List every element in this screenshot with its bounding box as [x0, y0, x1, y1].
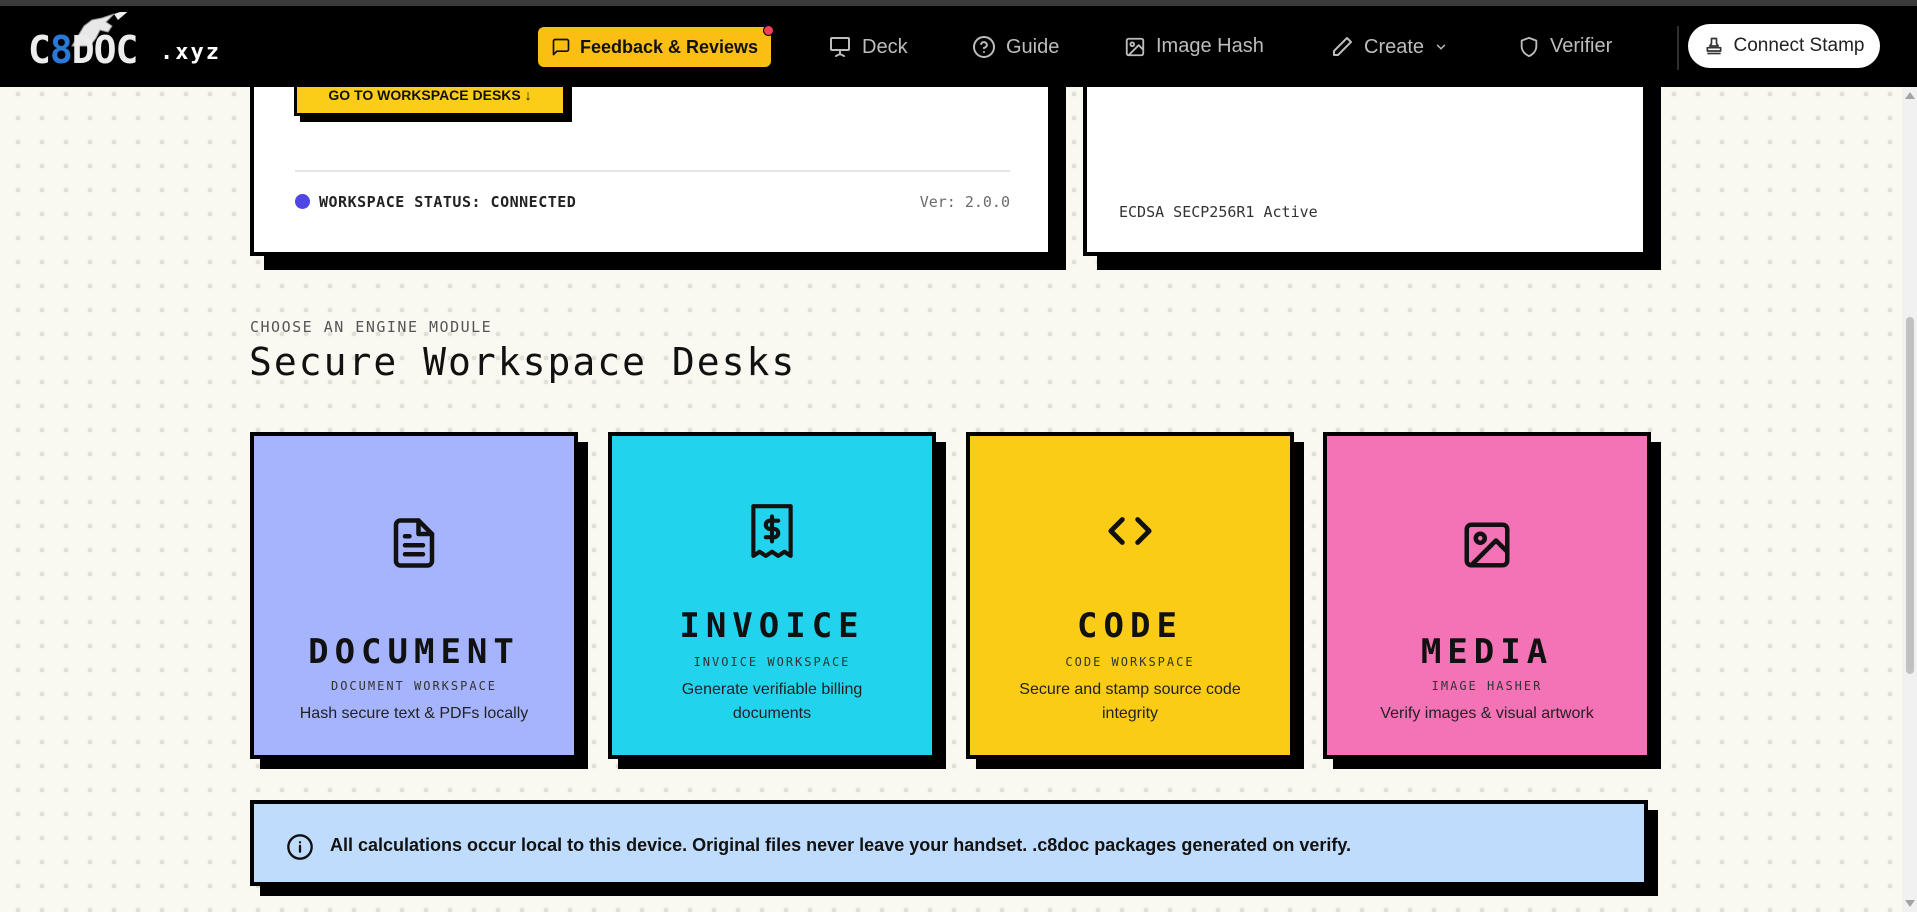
nav-divider — [1677, 26, 1679, 70]
desk-description: Secure and stamp source code integrity — [1019, 681, 1241, 722]
nav-create-label: Create — [1364, 35, 1425, 58]
code-icon — [1108, 517, 1152, 545]
desk-description: Verify images & visual artwork — [1380, 705, 1594, 722]
local-processing-notice: All calculations occur local to this dev… — [250, 800, 1648, 886]
version-label: Ver: 2.0.0 — [919, 193, 1010, 211]
feedback-reviews-button[interactable]: Feedback & Reviews — [538, 25, 774, 67]
notification-dot — [763, 25, 774, 36]
presentation-icon — [830, 37, 850, 57]
shield-icon — [1520, 36, 1538, 57]
page-scrollbar[interactable] — [1902, 87, 1917, 912]
nav-verifier[interactable]: Verifier — [1518, 35, 1612, 58]
desk-code[interactable]: CODE CODE WORKSPACE Secure and stamp sou… — [966, 432, 1294, 759]
nav-image-hash[interactable]: Image Hash — [1124, 35, 1264, 58]
desk-document[interactable]: DOCUMENT DOCUMENT WORKSPACE Hash secure … — [250, 432, 578, 759]
image-icon — [1125, 37, 1145, 56]
stamp-icon — [1706, 37, 1722, 55]
nav-guide[interactable]: Guide — [972, 35, 1059, 59]
connect-stamp-label: Connect Stamp — [1733, 35, 1865, 56]
workspace-status: WORKSPACE STATUS: CONNECTED — [319, 193, 577, 211]
pencil-icon — [1333, 37, 1352, 56]
desk-name: INVOICE — [679, 606, 865, 646]
section-title: Secure Workspace Desks — [249, 340, 797, 384]
nav-deck[interactable]: Deck — [828, 35, 908, 59]
desk-name: MEDIA — [1420, 632, 1554, 672]
c8doc-logo[interactable]: C8DOC — [28, 12, 148, 80]
desk-icon-wrap — [612, 502, 932, 560]
receipt-icon — [751, 504, 793, 558]
crypto-panel — [1083, 60, 1647, 256]
chevron-down-icon — [1436, 44, 1446, 50]
scroll-down-arrow[interactable] — [1905, 900, 1915, 907]
nav-guide-label: Guide — [1006, 35, 1060, 58]
file-text-icon — [393, 518, 435, 568]
top-navbar: C8DOC .xyz Feedback & Reviews Deck Guide… — [0, 6, 1917, 87]
status-indicator-dot — [295, 194, 310, 209]
desk-subtitle: INVOICE WORKSPACE — [693, 655, 851, 669]
nav-create[interactable]: Create — [1330, 35, 1448, 59]
desk-icon-wrap — [254, 514, 574, 572]
nav-verifier-label: Verifier — [1550, 35, 1613, 57]
desk-subtitle: CODE WORKSPACE — [1065, 655, 1195, 669]
scroll-thumb[interactable] — [1906, 317, 1914, 674]
feedback-label: Feedback & Reviews — [579, 36, 759, 57]
logo-wordmark: C8DOC — [28, 28, 138, 72]
image-icon — [1464, 522, 1510, 568]
logo-domain: .xyz — [160, 40, 221, 65]
crypto-algorithm-label: ECDSA SECP256R1 Active — [1119, 203, 1318, 221]
desk-description: Hash secure text & PDFs locally — [299, 705, 529, 722]
connect-stamp-button[interactable]: Connect Stamp — [1688, 24, 1880, 68]
panel-divider — [295, 170, 1010, 172]
desk-media[interactable]: MEDIA IMAGE HASHER Verify images & visua… — [1323, 432, 1651, 759]
desk-description: Generate verifiable billing documents — [681, 681, 863, 722]
desk-name: CODE — [1077, 606, 1183, 646]
notice-text: All calculations occur local to this dev… — [330, 835, 1352, 855]
nav-image-hash-label: Image Hash — [1156, 35, 1264, 57]
info-icon — [287, 834, 313, 860]
message-square-icon — [552, 38, 570, 56]
desk-name: DOCUMENT — [308, 632, 520, 672]
desk-subtitle: IMAGE HASHER — [1431, 679, 1543, 693]
desk-invoice[interactable]: INVOICE INVOICE WORKSPACE Generate verif… — [608, 432, 936, 759]
scroll-up-arrow[interactable] — [1905, 92, 1915, 99]
section-eyebrow: CHOOSE AN ENGINE MODULE — [250, 318, 493, 336]
help-circle-icon — [973, 36, 995, 58]
desk-icon-wrap — [970, 508, 1290, 554]
nav-deck-label: Deck — [862, 35, 908, 58]
desk-subtitle: DOCUMENT WORKSPACE — [330, 679, 498, 693]
desk-icon-wrap — [1327, 518, 1647, 572]
